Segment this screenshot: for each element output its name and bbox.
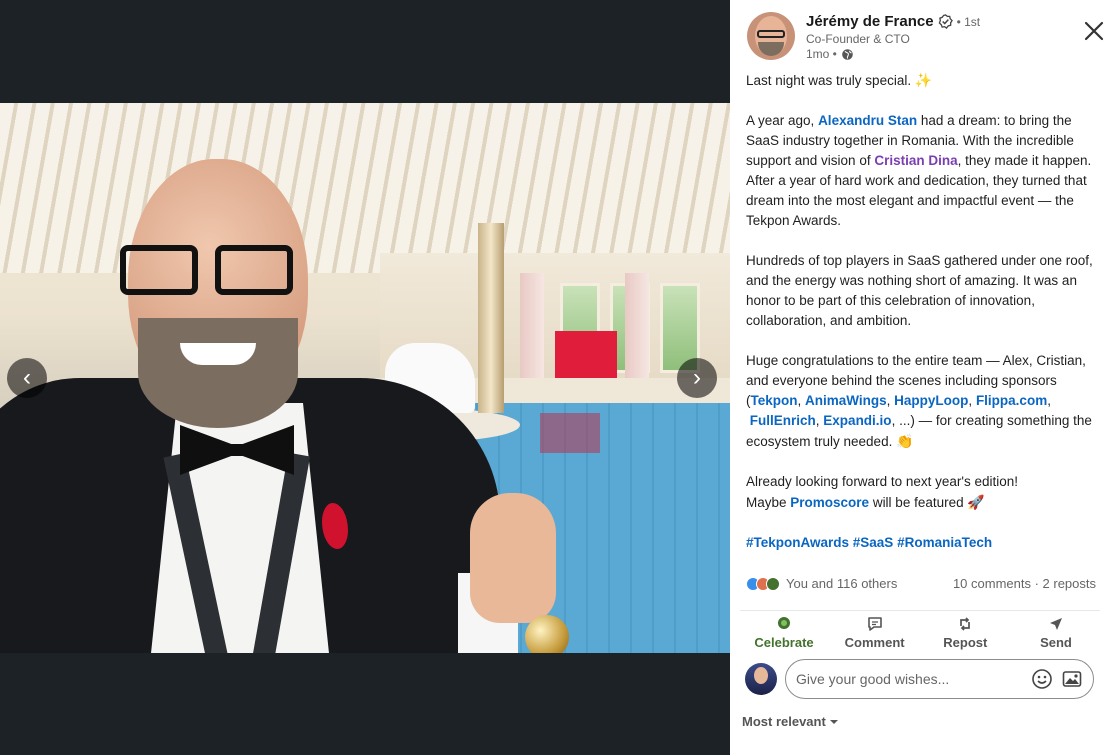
mention-link[interactable]: Cristian Dina bbox=[874, 153, 957, 168]
caret-down-icon bbox=[829, 719, 838, 724]
post-detail-panel: Jérémy de France • 1st Co-Founder & CTO … bbox=[730, 0, 1110, 755]
globe-icon bbox=[842, 48, 853, 60]
person-shirt bbox=[150, 403, 330, 653]
rocket-emoji: 🚀 bbox=[967, 494, 985, 510]
sponsor-mention[interactable]: Tekpon bbox=[751, 393, 798, 408]
person-beard bbox=[138, 318, 298, 428]
post-paragraph: A year ago, Alexandru Stan had a dream: … bbox=[746, 111, 1098, 231]
comment-button[interactable]: Comment bbox=[831, 615, 919, 650]
send-label: Send bbox=[1040, 635, 1072, 650]
person-smile bbox=[180, 343, 256, 365]
sponsor-mention[interactable]: Expandi.io bbox=[823, 413, 891, 428]
celebrate-reaction-icon bbox=[766, 576, 780, 591]
post-text-segment: A year ago, bbox=[746, 113, 819, 128]
previous-image-button[interactable]: ‹ bbox=[7, 358, 47, 398]
post-text: Last night was truly special. ✨ A year a… bbox=[746, 70, 1098, 573]
author-avatar[interactable] bbox=[747, 12, 795, 60]
emoji-icon[interactable] bbox=[1031, 668, 1053, 690]
sponsor-mention[interactable]: FullEnrich bbox=[750, 413, 816, 428]
post-paragraph: Huge congratulations to the entire team … bbox=[746, 351, 1098, 452]
author-info: Jérémy de France • 1st Co-Founder & CTO … bbox=[806, 13, 980, 61]
mention-link[interactable]: Alexandru Stan bbox=[818, 113, 917, 128]
sponsor-mention[interactable]: Flippa.com bbox=[976, 393, 1047, 408]
separator: , bbox=[1047, 393, 1051, 408]
send-button[interactable]: Send bbox=[1012, 615, 1100, 650]
reactions-count[interactable]: You and 116 others bbox=[786, 576, 897, 591]
photo-person bbox=[0, 103, 569, 653]
next-image-button[interactable]: › bbox=[677, 358, 717, 398]
hashtags[interactable]: #TekponAwards #SaaS #RomaniaTech bbox=[746, 533, 1098, 553]
photo-curtain bbox=[625, 273, 649, 383]
current-user-avatar[interactable] bbox=[745, 663, 777, 695]
sponsor-mention[interactable]: AnimaWings bbox=[805, 393, 887, 408]
person-thumbs-up bbox=[470, 493, 556, 623]
person-glasses bbox=[120, 245, 300, 297]
post-photo bbox=[0, 103, 730, 653]
chevron-left-icon: ‹ bbox=[23, 364, 31, 391]
comment-label: Comment bbox=[844, 635, 905, 650]
image-icon[interactable] bbox=[1061, 668, 1083, 690]
post-paragraph: Already looking forward to next year's e… bbox=[746, 472, 1098, 513]
sort-label: Most relevant bbox=[742, 714, 826, 729]
comment-sort-dropdown[interactable]: Most relevant bbox=[742, 714, 839, 729]
comment-input[interactable] bbox=[796, 671, 1023, 687]
post-paragraph: Last night was truly special. ✨ bbox=[746, 70, 1098, 91]
repost-label: Repost bbox=[943, 635, 988, 650]
chevron-right-icon: › bbox=[693, 364, 701, 391]
separator: , bbox=[797, 393, 806, 408]
author-headline: Co-Founder & CTO bbox=[806, 32, 910, 46]
send-icon bbox=[1049, 618, 1062, 630]
photo-gold-ball bbox=[525, 615, 569, 653]
connection-degree: • 1st bbox=[956, 14, 981, 29]
celebrate-button[interactable]: Celebrate bbox=[740, 615, 828, 650]
repost-button[interactable]: Repost bbox=[921, 615, 1009, 650]
verified-icon bbox=[938, 14, 953, 29]
media-viewer: ‹ › bbox=[0, 0, 730, 755]
sparkles-emoji: ✨ bbox=[914, 72, 933, 88]
celebrate-icon bbox=[778, 617, 790, 629]
author-name[interactable]: Jérémy de France bbox=[806, 13, 934, 30]
post-paragraph: Hundreds of top players in SaaS gathered… bbox=[746, 253, 1093, 328]
repost-icon bbox=[960, 617, 971, 631]
post-text-segment: will be featured bbox=[869, 495, 964, 510]
glasses-lens bbox=[215, 245, 293, 295]
comments-reposts-count[interactable]: 10 comments · 2 reposts bbox=[953, 576, 1096, 591]
post-time: 1mo • bbox=[806, 47, 837, 61]
glasses-lens bbox=[120, 245, 198, 295]
clap-emoji: 👏 bbox=[896, 433, 914, 449]
post-text-segment: Maybe bbox=[746, 495, 791, 510]
comment-icon bbox=[867, 617, 882, 631]
sponsor-mention[interactable]: HappyLoop bbox=[894, 393, 968, 408]
post-meta: 1mo • bbox=[806, 47, 980, 61]
reactions-summary[interactable]: You and 116 others bbox=[746, 576, 897, 591]
post-actions: Celebrate Comment Repost Send bbox=[740, 610, 1100, 650]
post-text-segment: Huge congratulations to the entire team … bbox=[746, 353, 1086, 388]
post-text-line: Last night was truly special. bbox=[746, 73, 912, 88]
mention-link[interactable]: Promoscore bbox=[790, 495, 869, 510]
comment-composer bbox=[745, 659, 1094, 699]
comment-box[interactable] bbox=[785, 659, 1094, 699]
post-author: Jérémy de France • 1st Co-Founder & CTO … bbox=[747, 12, 980, 61]
separator: , bbox=[968, 393, 976, 408]
reaction-icons bbox=[746, 576, 780, 591]
post-text-segment: Already looking forward to next year's e… bbox=[746, 474, 1018, 489]
close-icon[interactable] bbox=[1082, 19, 1106, 43]
celebrate-label: Celebrate bbox=[754, 635, 814, 650]
author-name-row: Jérémy de France • 1st bbox=[806, 13, 980, 30]
social-counts: You and 116 others 10 comments · 2 repos… bbox=[746, 576, 1096, 591]
